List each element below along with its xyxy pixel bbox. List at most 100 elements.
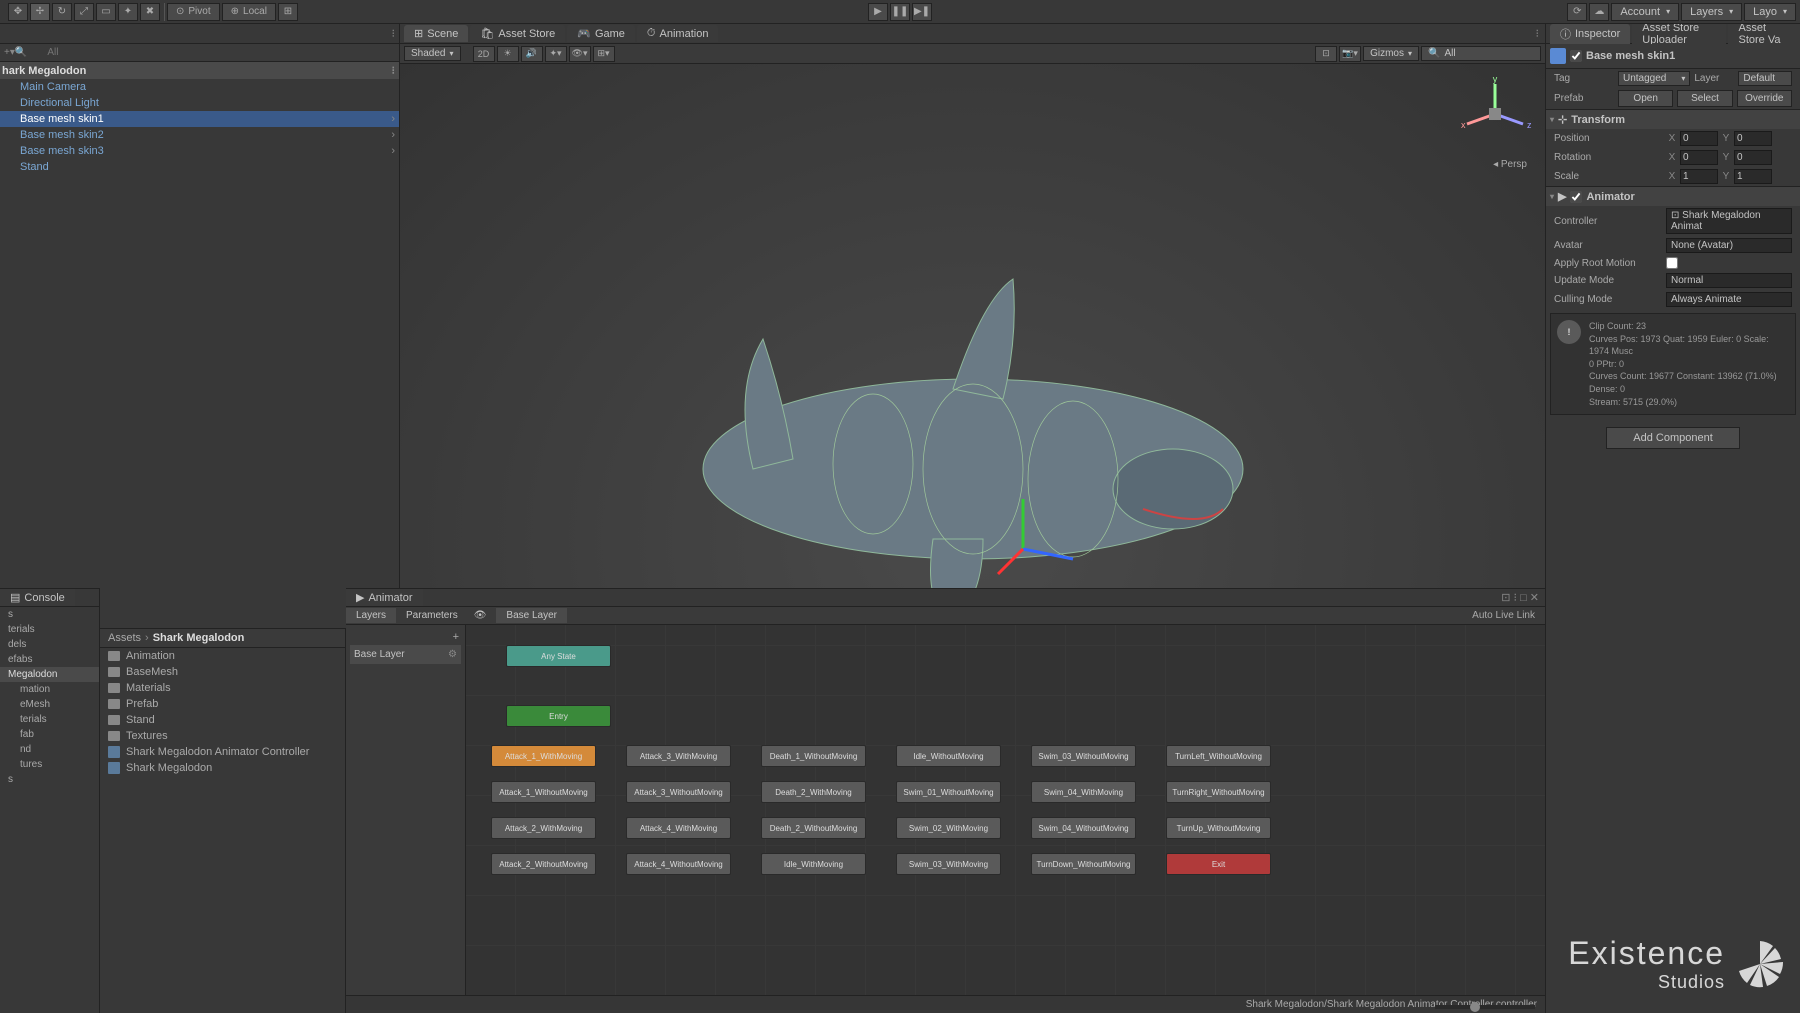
gizmos-dropdown[interactable]: Gizmos ▾ [1363, 46, 1419, 61]
hierarchy-item[interactable]: Base mesh skin2› [0, 127, 399, 143]
state-node[interactable]: Attack_3_WithoutMoving [626, 781, 731, 803]
pos-x[interactable] [1680, 131, 1718, 146]
state-any[interactable]: Any State [506, 645, 611, 667]
prefab-overrides[interactable]: Override [1737, 90, 1792, 107]
culling-dropdown[interactable]: Always Animate [1666, 292, 1792, 307]
proj-tree-item[interactable]: terials [0, 622, 99, 637]
light-toggle[interactable]: ☀ [497, 46, 519, 62]
orientation-gizmo[interactable]: y z x [1455, 74, 1535, 154]
state-node[interactable]: TurnUp_WithoutMoving [1166, 817, 1271, 839]
proj-tree-item[interactable]: fab [0, 727, 99, 742]
state-node[interactable]: Swim_01_WithoutMoving [896, 781, 1001, 803]
prefab-open[interactable]: Open [1618, 90, 1673, 107]
state-node[interactable]: Death_1_WithoutMoving [761, 745, 866, 767]
vis-toggle[interactable]: 👁▾ [569, 46, 591, 62]
update-mode-dropdown[interactable]: Normal [1666, 273, 1792, 288]
root-motion-checkbox[interactable] [1666, 257, 1678, 269]
tab-game[interactable]: 🎮 Game [567, 25, 635, 42]
layer-dropdown[interactable]: Default [1738, 71, 1792, 86]
state-node[interactable]: Attack_2_WithoutMoving [491, 853, 596, 875]
layers-dropdown[interactable]: Layers [1681, 3, 1742, 21]
prefab-select[interactable]: Select [1677, 90, 1732, 107]
scene-search[interactable]: 🔍 All [1421, 46, 1541, 61]
thumbnail-size-slider[interactable] [1435, 1005, 1535, 1009]
pause-button[interactable]: ❚❚ [890, 3, 910, 21]
avatar-field[interactable]: None (Avatar) [1666, 238, 1792, 253]
project-item[interactable]: Shark Megalodon Animator Controller [100, 744, 345, 760]
tab-animator[interactable]: ▶ Animator [346, 589, 423, 606]
proj-tree-item[interactable]: dels [0, 637, 99, 652]
proj-tree-item[interactable]: Megalodon [0, 667, 99, 682]
state-node[interactable]: Death_2_WithMoving [761, 781, 866, 803]
pos-y[interactable] [1734, 131, 1772, 146]
state-node[interactable]: Attack_3_WithMoving [626, 745, 731, 767]
animator-graph[interactable]: Any State Entry Attack_1_WithMoving Atta… [466, 625, 1545, 995]
scene-row[interactable]: hark Megalodon⁝ [0, 62, 399, 79]
transform-tool[interactable]: ✦ [118, 3, 138, 21]
anim-tab-params[interactable]: Parameters [396, 608, 468, 623]
auto-live-link[interactable]: Auto Live Link [1462, 608, 1545, 623]
state-node[interactable]: Swim_03_WithoutMoving [1031, 745, 1136, 767]
proj-tree-item[interactable]: terials [0, 712, 99, 727]
pivot-toggle[interactable]: ⊙ Pivot [167, 3, 220, 21]
proj-tree-item[interactable]: nd [0, 742, 99, 757]
proj-tree-item[interactable]: s [0, 772, 99, 787]
cloud-icon[interactable]: ☁ [1589, 3, 1609, 21]
state-node[interactable]: Attack_1_WithoutMoving [491, 781, 596, 803]
state-node[interactable]: Attack_4_WithoutMoving [626, 853, 731, 875]
tag-dropdown[interactable]: Untagged▾ [1618, 71, 1690, 86]
state-node[interactable]: Swim_03_WithMoving [896, 853, 1001, 875]
project-item[interactable]: Shark Megalodon [100, 760, 345, 776]
add-component-button[interactable]: Add Component [1606, 427, 1740, 449]
project-item[interactable]: Stand [100, 712, 345, 728]
project-item[interactable]: Prefab [100, 696, 345, 712]
project-item[interactable]: Animation [100, 648, 345, 664]
rot-y[interactable] [1734, 150, 1772, 165]
state-node[interactable]: Attack_4_WithMoving [626, 817, 731, 839]
shading-dropdown[interactable]: Shaded ▾ [404, 46, 461, 61]
proj-tree-item[interactable]: eMesh [0, 697, 99, 712]
layer-row[interactable]: Base Layer⚙ [350, 645, 461, 664]
proj-tree-item[interactable]: tures [0, 757, 99, 772]
scl-x[interactable] [1680, 169, 1718, 184]
hierarchy-item[interactable]: Base mesh skin1› [0, 111, 399, 127]
controller-field[interactable]: ⊡ Shark Megalodon Animat [1666, 208, 1792, 234]
hierarchy-item[interactable]: Stand [0, 159, 399, 175]
cam-toggle[interactable]: 📷▾ [1339, 46, 1361, 62]
iso-toggle[interactable]: ⊡ [1315, 46, 1337, 62]
state-node[interactable]: Swim_04_WithoutMoving [1031, 817, 1136, 839]
rotate-tool[interactable]: ↻ [52, 3, 72, 21]
breadcrumb[interactable]: Assets›Shark Megalodon [100, 629, 345, 648]
state-node[interactable]: Idle_WithMoving [761, 853, 866, 875]
state-node[interactable]: Swim_04_WithMoving [1031, 781, 1136, 803]
transform-header[interactable]: ⊹ Transform [1546, 110, 1800, 129]
project-item[interactable]: Materials [100, 680, 345, 696]
tab-menu-icon[interactable]: ⁝ [1536, 27, 1546, 40]
rot-x[interactable] [1680, 150, 1718, 165]
state-node[interactable]: TurnDown_WithoutMoving [1031, 853, 1136, 875]
grid-toggle[interactable]: ⊞▾ [593, 46, 615, 62]
hierarchy-dropdown-icon[interactable]: ⁝ [392, 27, 396, 40]
2d-toggle[interactable]: 2D [473, 46, 495, 62]
state-node[interactable]: Idle_WithoutMoving [896, 745, 1001, 767]
object-name[interactable]: Base mesh skin1 [1586, 50, 1796, 62]
local-toggle[interactable]: ⊕ Local [222, 3, 276, 21]
collab-icon[interactable]: ⟳ [1567, 3, 1587, 21]
custom-tool[interactable]: ✖ [140, 3, 160, 21]
state-exit[interactable]: Exit [1166, 853, 1271, 875]
account-dropdown[interactable]: Account [1611, 3, 1679, 21]
state-entry[interactable]: Entry [506, 705, 611, 727]
state-node[interactable]: Swim_02_WithMoving [896, 817, 1001, 839]
state-node[interactable]: TurnLeft_WithoutMoving [1166, 745, 1271, 767]
state-node[interactable]: TurnRight_WithoutMoving [1166, 781, 1271, 803]
project-item[interactable]: BaseMesh [100, 664, 345, 680]
hierarchy-search[interactable] [31, 47, 395, 58]
hand-tool[interactable]: ✥ [8, 3, 28, 21]
play-button[interactable]: ▶ [868, 3, 888, 21]
layout-dropdown[interactable]: Layo [1744, 3, 1796, 21]
tab-animation[interactable]: ⏱ Animation [637, 25, 719, 42]
audio-toggle[interactable]: 🔊 [521, 46, 543, 62]
tab-scene[interactable]: ⊞ Scene [404, 25, 468, 42]
step-button[interactable]: ▶❚ [912, 3, 932, 21]
state-default[interactable]: Attack_1_WithMoving [491, 745, 596, 767]
